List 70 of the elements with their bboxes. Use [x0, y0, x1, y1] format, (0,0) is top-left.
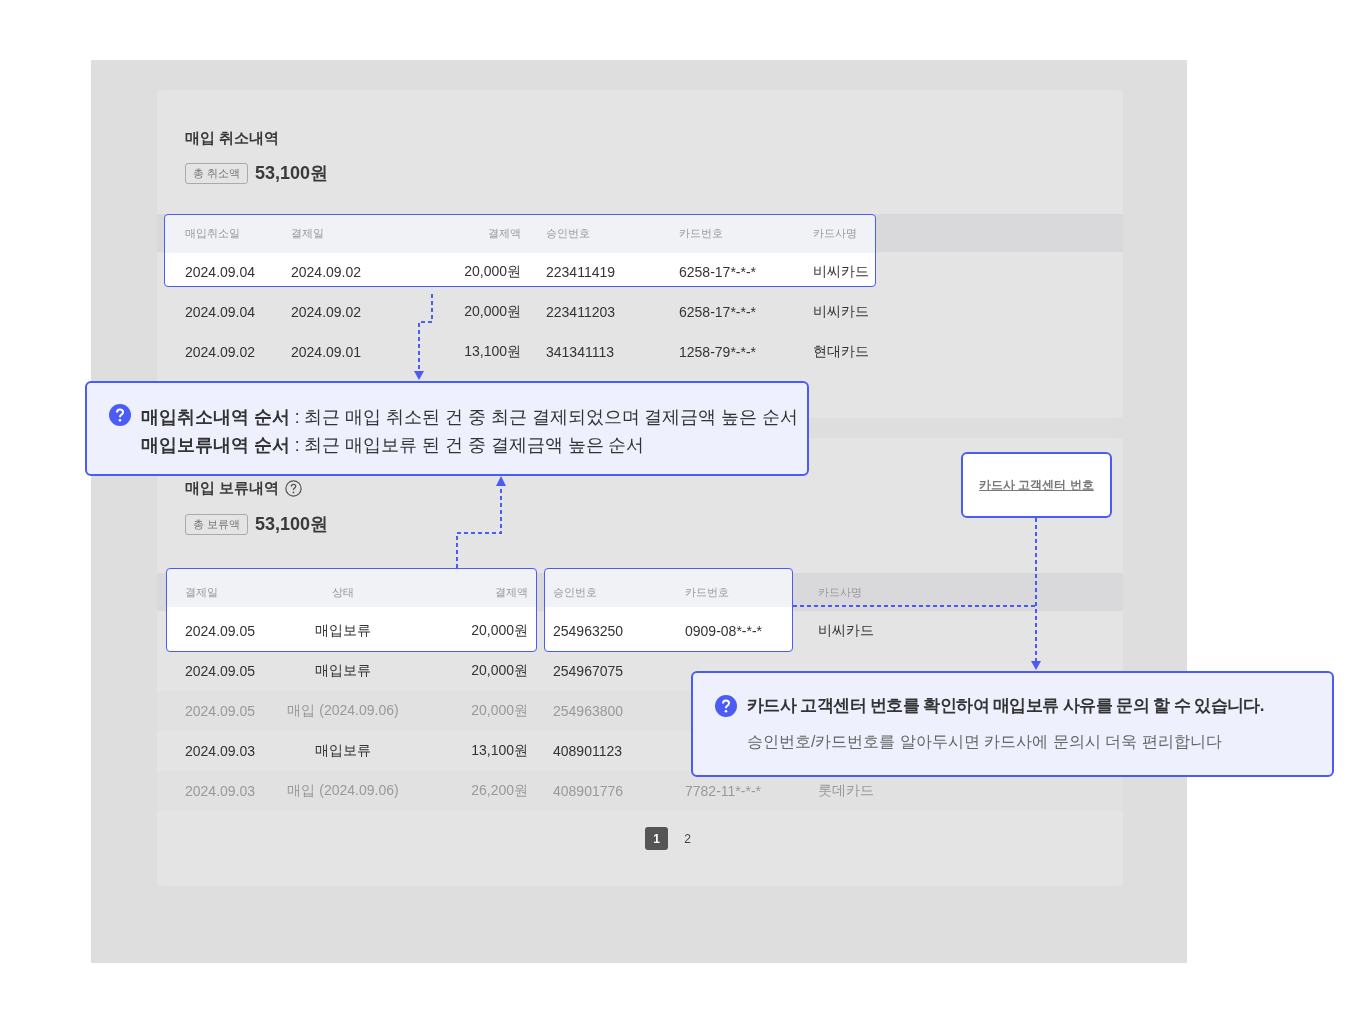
page-button[interactable]: 2: [676, 827, 699, 850]
total-label: 총 취소액: [185, 162, 249, 184]
call-center-link[interactable]: 카드사 고객센터 번호: [979, 476, 1094, 494]
table-cell-text: 매입보류: [314, 742, 372, 760]
table-cell-text: 254967075: [553, 663, 625, 679]
column-header: 결제일: [185, 584, 219, 600]
table-cell-text: 2024.09.04: [185, 304, 257, 320]
table-cell-text: 매입보류: [314, 622, 372, 640]
table-cell-text: 2024.09.04: [185, 264, 257, 280]
table-cell-text: 2024.09.03: [185, 783, 257, 799]
table-cell-text: 7782-11*-*-*: [685, 783, 762, 799]
table-cell-text: 20,000원: [470, 622, 529, 640]
column-header: 승인번호: [553, 584, 598, 600]
table-cell-text: 2024.09.02: [185, 344, 257, 360]
table-cell-text: 13,100원: [470, 742, 529, 760]
table-cell-text: 408901123: [553, 743, 624, 759]
help-icon: [109, 404, 131, 426]
table-cell-text: 223411419: [546, 264, 617, 280]
table-cell-text: 비씨카드: [813, 263, 870, 281]
table-cell-text: 2024.09.05: [185, 663, 257, 679]
help-icon: [715, 695, 737, 717]
table-cell-text: 1258-79*-*-*: [679, 344, 758, 360]
table-cell-text: 매입 (2024.09.06): [286, 782, 400, 800]
table-cell-text: 2024.09.05: [185, 703, 257, 719]
table-cell-text: 6258-17*-*-*: [679, 264, 758, 280]
table-cell-text: 비씨카드: [813, 303, 870, 321]
table-cell-text: 13,100원: [463, 343, 522, 361]
table-cell-text: 20,000원: [470, 702, 529, 720]
table-cell-text: 254963250: [553, 623, 625, 639]
table-cell-text: 0909-08*-*-*: [685, 623, 764, 639]
total-amount: 53,100원: [255, 513, 329, 536]
section-title: 매입 취소내역: [185, 128, 281, 148]
column-header: 결제액: [494, 584, 529, 600]
help-icon[interactable]: [285, 479, 303, 497]
table-cell-text: 현대카드: [813, 343, 870, 361]
table-cell-text: 매입보류: [314, 662, 372, 680]
column-header: 카드번호: [685, 584, 730, 600]
table-cell-text: 2024.09.02: [291, 304, 363, 320]
column-header: 매입취소일: [185, 225, 241, 241]
total-amount: 53,100원: [255, 162, 329, 185]
table-cell-text: 2024.09.03: [185, 743, 257, 759]
page-button[interactable]: 1: [645, 827, 668, 850]
table-cell-text: 20,000원: [470, 662, 529, 680]
table-cell-text: 223411203: [546, 304, 617, 320]
table-cell-text: 254963800: [553, 703, 625, 719]
note-title: 카드사 고객센터 번호를 확인하여 매입보류 사유를 문의 할 수 있습니다.: [747, 695, 1264, 717]
column-header: 카드사명: [818, 584, 863, 600]
column-header: 상태: [331, 584, 355, 600]
column-header: 결제일: [291, 225, 325, 241]
table-cell-text: 20,000원: [463, 303, 522, 321]
table-cell-text: 20,000원: [463, 263, 522, 281]
table-cell-text: 비씨카드: [818, 622, 875, 640]
table-cell-text: 2024.09.01: [291, 344, 363, 360]
table-cell-text: 롯데카드: [818, 782, 875, 800]
column-header: 승인번호: [546, 225, 591, 241]
note-text: 승인번호/카드번호를 알아두시면 카드사에 문의시 더욱 편리합니다: [747, 732, 1223, 752]
table-cell-text: 6258-17*-*-*: [679, 304, 758, 320]
table-cell-text: 매입 (2024.09.06): [286, 702, 400, 720]
table-cell-text: 341341113: [546, 344, 615, 360]
section-title: 매입 보류내역: [185, 478, 280, 498]
column-header: 카드사명: [813, 225, 858, 241]
column-header: 결제액: [487, 225, 522, 241]
total-label: 총 보류액: [185, 513, 249, 535]
table-cell-text: 408901776: [553, 783, 625, 799]
column-header: 카드번호: [679, 225, 724, 241]
note-text: 매입보류내역 순서 : 최근 매입보류 된 건 중 결제금액 높은 순서: [141, 434, 646, 457]
note-text: 매입취소내역 순서 : 최근 매입 취소된 건 중 최근 결제되었으며 결제금액 높은 순서: [141, 406, 799, 429]
table-cell-text: 2024.09.05: [185, 623, 257, 639]
table-cell-text: 2024.09.02: [291, 264, 363, 280]
table-cell-text: 26,200원: [470, 782, 529, 800]
